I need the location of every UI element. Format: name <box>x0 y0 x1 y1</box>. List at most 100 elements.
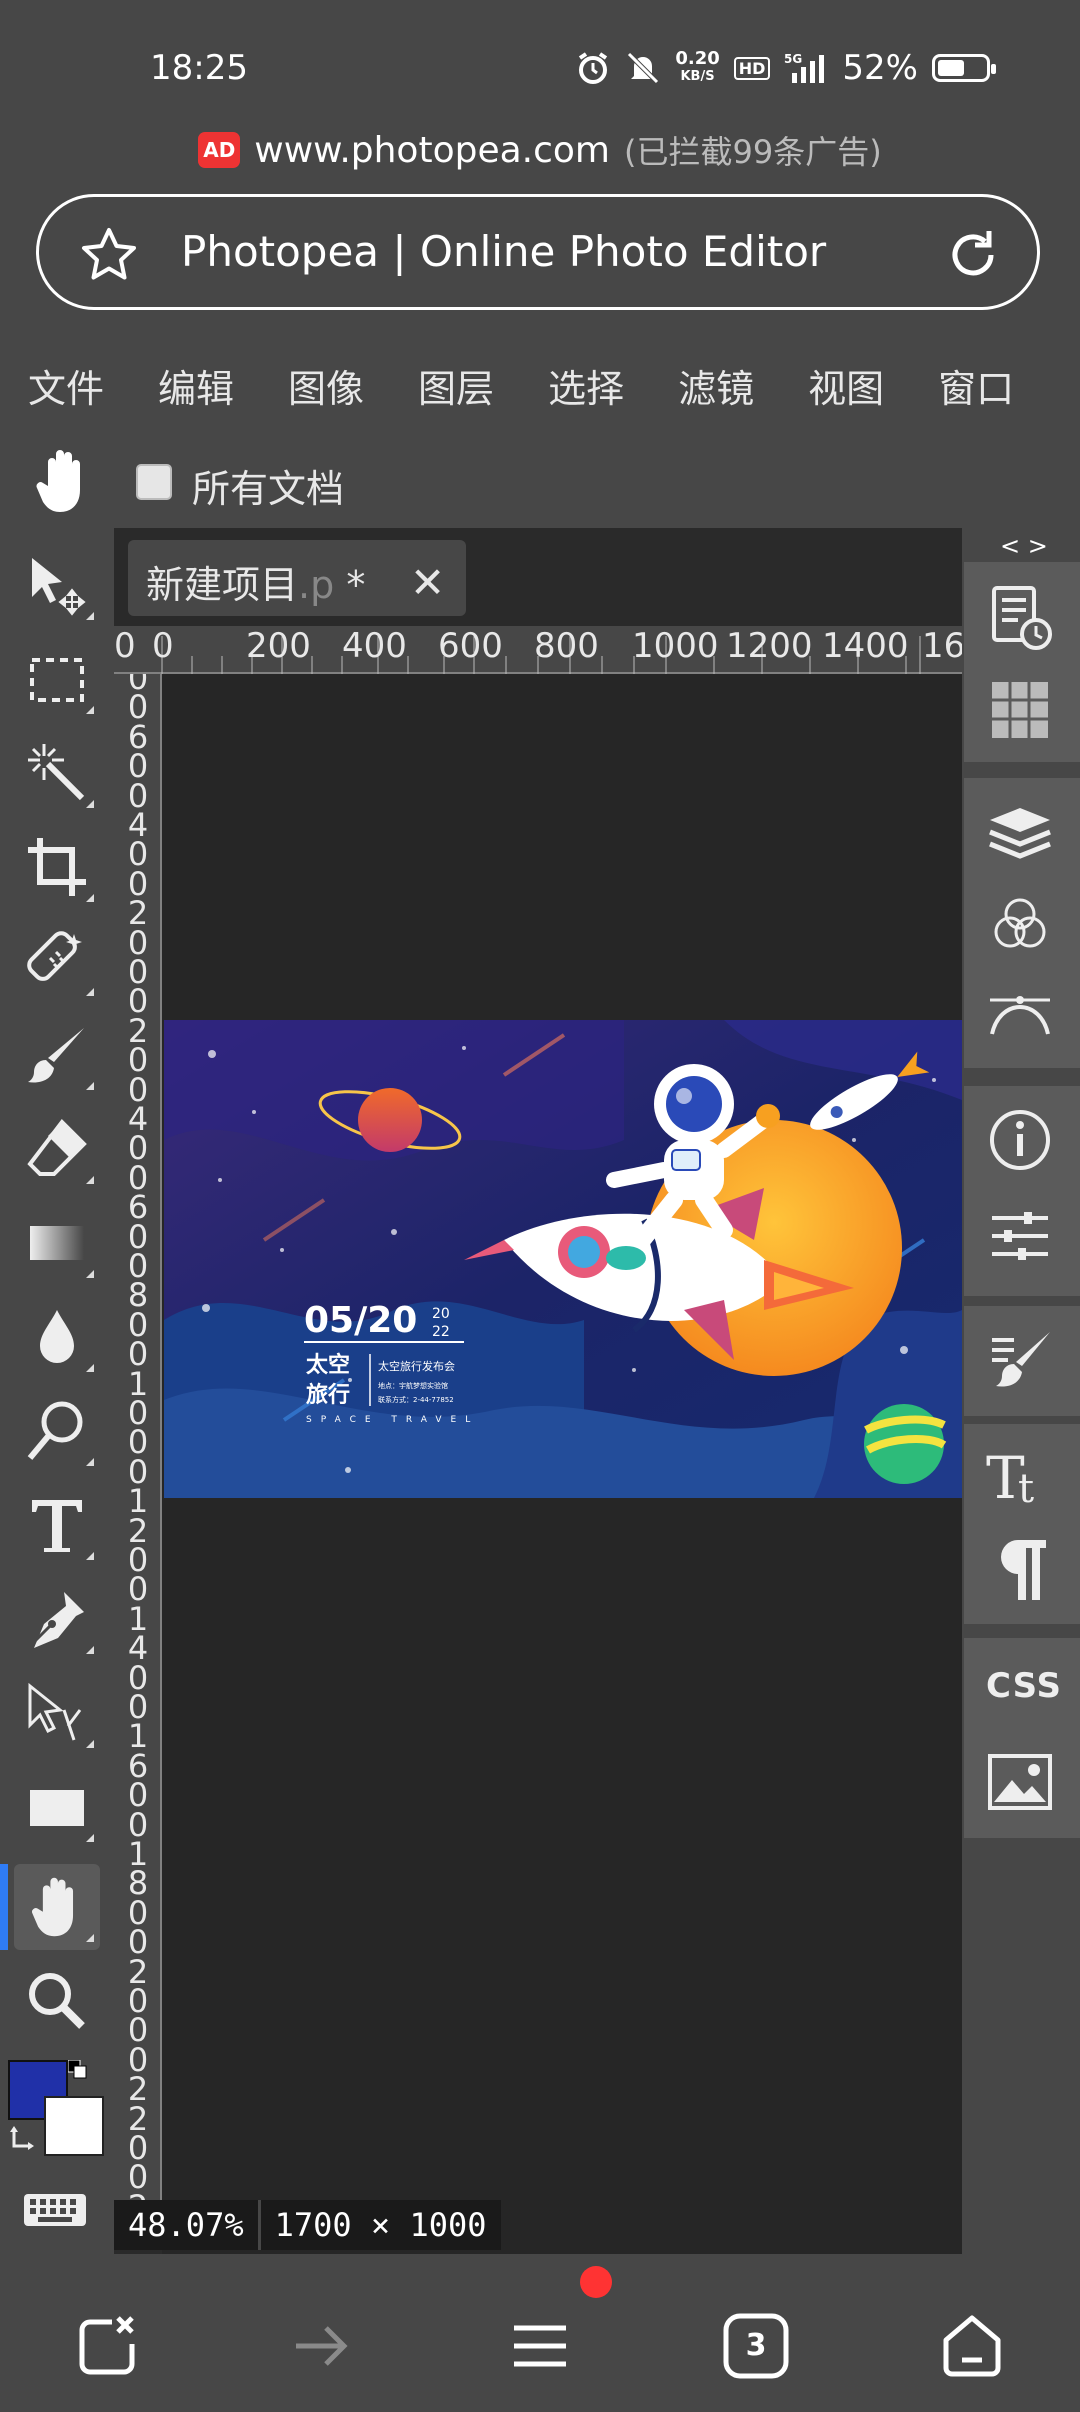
adjustments-icon[interactable] <box>984 1200 1056 1272</box>
paths-icon[interactable] <box>984 978 1056 1050</box>
tool-hand[interactable] <box>14 1864 100 1950</box>
hd-badge: HD <box>733 56 771 80</box>
path-select-icon <box>28 1682 82 1741</box>
poster-title-line2: 旅行 <box>306 1382 350 1408</box>
home-icon[interactable] <box>936 2310 1008 2382</box>
blur-drop-icon <box>40 1310 74 1363</box>
menu-icon[interactable] <box>504 2310 576 2382</box>
status-info-bar: 48.07% 1700 × 1000 <box>114 2200 501 2250</box>
paragraph-icon[interactable] <box>984 1534 1056 1606</box>
menu-layer[interactable]: 图层 <box>418 358 494 413</box>
character-icon[interactable]: Tt <box>984 1440 1056 1512</box>
url-row: AD www.photopea.com (已拦截99条广告) <box>0 120 1080 180</box>
tabs-count: 3 <box>745 2328 767 2363</box>
layers-icon[interactable] <box>984 798 1056 870</box>
address-bar[interactable]: Photopea | Online Photo Editor <box>36 194 1040 310</box>
battery-icon <box>932 54 996 82</box>
panel-group-brush <box>964 1306 1080 1416</box>
status-bar: 18:25 0.20 KB/S HD 5G 52% <box>0 0 1080 130</box>
close-icon[interactable]: ✕ <box>410 558 445 607</box>
poster-contact: 联系方式：2-44-77852 <box>378 1395 454 1404</box>
swatches-icon[interactable] <box>984 674 1056 746</box>
svg-text:5G: 5G <box>784 52 802 66</box>
eraser-tool-icon <box>27 1118 87 1176</box>
battery-percent: 52% <box>842 48 918 88</box>
panel-group-history <box>964 562 1080 762</box>
tool-blur[interactable] <box>14 1294 100 1380</box>
svg-text:t: t <box>1018 1466 1034 1512</box>
panel-collapse-toggle[interactable]: < > <box>1000 532 1048 560</box>
vertical-ruler: 0060040020002004006008001000120014001600… <box>114 674 162 2234</box>
tabs-button[interactable]: 3 <box>720 2310 792 2382</box>
net-speed: 0.20 KB/S <box>675 48 720 85</box>
tool-dodge[interactable] <box>14 1388 100 1474</box>
panel-group-info <box>964 1086 1080 1296</box>
image-icon[interactable] <box>984 1746 1056 1818</box>
document-tab[interactable]: 新建项目.p * ✕ <box>128 540 466 616</box>
tool-path-select[interactable] <box>14 1670 100 1756</box>
menu-image[interactable]: 图像 <box>288 358 364 413</box>
alarm-icon <box>579 52 608 84</box>
ruler-label: 0 <box>152 626 174 666</box>
ruler-label: 1000 <box>632 626 719 666</box>
document-tab-title: 新建项目.p * <box>146 563 366 607</box>
hand-tool-icon <box>32 1877 74 1937</box>
swap-colors-icon[interactable] <box>8 2124 40 2156</box>
tool-magic-wand[interactable] <box>14 730 100 816</box>
tool-brush[interactable] <box>14 1012 100 1098</box>
keyboard-icon[interactable] <box>22 2190 88 2230</box>
forward-arrow-icon[interactable] <box>286 2310 358 2382</box>
poster-location: 地点：宇航梦想实验馆 <box>378 1381 448 1390</box>
background-color-swatch[interactable] <box>44 2096 104 2156</box>
tool-healing[interactable] <box>14 918 100 1004</box>
info-icon[interactable] <box>984 1104 1056 1176</box>
move-tool-icon <box>32 558 86 616</box>
menu-bar: 文件 编辑 图像 图层 选择 滤镜 视图 窗口 <box>0 338 1080 432</box>
healing-brush-icon <box>27 931 82 981</box>
zoom-tool-icon <box>29 1973 85 2029</box>
poster-date: 05/20 <box>304 1300 417 1341</box>
tool-gradient[interactable] <box>14 1200 100 1286</box>
ruler-label: 400 <box>342 626 407 666</box>
tool-move[interactable] <box>14 542 100 628</box>
menu-filter[interactable]: 滤镜 <box>678 358 754 413</box>
clock: 18:25 <box>150 48 248 88</box>
channels-icon[interactable] <box>984 890 1056 962</box>
hand-tool-icon <box>36 450 80 512</box>
tool-type[interactable] <box>14 1482 100 1568</box>
tool-marquee[interactable] <box>14 636 100 722</box>
tool-eraser[interactable] <box>14 1106 100 1192</box>
default-colors-icon[interactable] <box>68 2060 88 2080</box>
ad-block-icon[interactable]: AD <box>198 132 241 168</box>
panel-group-type: Tt <box>964 1424 1080 1624</box>
css-panel-button[interactable]: CSS <box>986 1666 1062 1706</box>
notification-dot <box>580 2266 612 2298</box>
crop-tool-icon <box>28 838 86 896</box>
ruler-label: 0 <box>114 626 136 666</box>
menu-edit[interactable]: 编辑 <box>158 358 234 413</box>
all-documents-checkbox[interactable] <box>136 464 172 500</box>
menu-file[interactable]: 文件 <box>28 358 104 413</box>
menu-view[interactable]: 视图 <box>808 358 884 413</box>
ruler-label: 600 <box>438 626 503 666</box>
bookmark-star-icon[interactable] <box>79 225 139 285</box>
panel-group-css: CSS <box>964 1638 1080 1838</box>
menu-select[interactable]: 选择 <box>548 358 624 413</box>
tool-zoom[interactable] <box>14 1958 100 2044</box>
url-text[interactable]: www.photopea.com <box>254 130 610 171</box>
poster-year-bottom: 22 <box>432 1324 450 1340</box>
rectangle-tool-icon <box>30 1790 84 1826</box>
tool-crop[interactable] <box>14 824 100 910</box>
tool-rectangle[interactable] <box>14 1764 100 1850</box>
brush-tool-icon <box>28 1028 84 1083</box>
reload-icon[interactable] <box>945 227 1001 283</box>
close-tab-icon[interactable] <box>72 2310 144 2382</box>
canvas-image[interactable]: 05/20 20 22 太空 旅行 太空旅行发布会 地点：宇航梦想实验馆 联系方… <box>164 1020 962 1498</box>
menu-window[interactable]: 窗口 <box>938 358 1014 413</box>
tool-pen[interactable] <box>14 1576 100 1662</box>
zoom-level[interactable]: 48.07% <box>114 2200 258 2250</box>
brush-settings-icon[interactable] <box>984 1324 1056 1396</box>
history-icon[interactable] <box>984 582 1056 654</box>
type-tool-icon <box>32 1500 82 1552</box>
signal-icon: 5G <box>784 52 825 83</box>
